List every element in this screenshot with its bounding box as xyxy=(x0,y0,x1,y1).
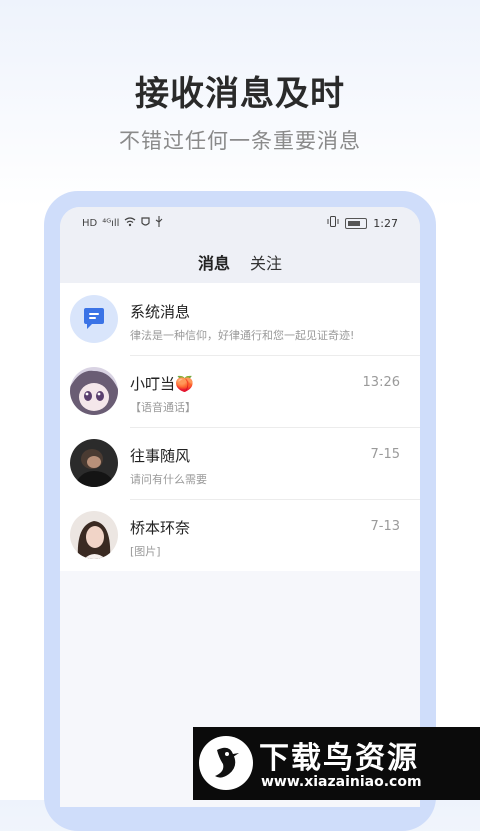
usb-icon xyxy=(155,216,163,231)
message-title: 系统消息 xyxy=(130,303,191,321)
bird-logo-icon xyxy=(199,736,253,790)
phone-screen: HD ⁴ᴳıll 1:27 消息 关注 系统消息 律法是一种信仰，好律通行和您一… xyxy=(60,207,420,807)
tab-messages[interactable]: 消息 xyxy=(198,250,230,274)
message-row-xiaodingdang[interactable]: 小叮当🍑 【语音通话】 13:26 xyxy=(60,355,420,427)
battery-icon xyxy=(345,218,368,229)
message-list: 系统消息 律法是一种信仰，好律通行和您一起见证奇迹! 小叮当🍑 【语音通话】 1… xyxy=(60,283,420,571)
message-preview: [图片] xyxy=(130,545,161,558)
message-time: 13:26 xyxy=(362,375,400,390)
avatar xyxy=(70,511,118,559)
tab-bar: 消息 关注 xyxy=(60,241,420,283)
status-bar: HD ⁴ᴳıll 1:27 xyxy=(60,207,420,241)
status-left-icons: HD ⁴ᴳıll xyxy=(82,216,163,231)
message-title: 往事随风 xyxy=(130,447,191,465)
system-message-avatar xyxy=(70,295,118,343)
shield-icon xyxy=(141,216,151,231)
tab-following[interactable]: 关注 xyxy=(250,250,282,274)
message-preview: 【语音通话】 xyxy=(130,401,196,414)
hd-icon: HD xyxy=(82,217,98,229)
wifi-icon xyxy=(124,216,136,231)
message-time: 7-13 xyxy=(370,519,400,534)
promo-headline: 接收消息及时 xyxy=(135,74,345,114)
promo-subline: 不错过任何一条重要消息 xyxy=(119,129,361,153)
watermark-title: 下载鸟资源 xyxy=(259,741,419,776)
status-right-icons: 1:27 xyxy=(327,216,398,231)
watermark-url: www.xiazainiao.com xyxy=(261,774,422,790)
watermark-banner: 下载鸟资源 www.xiazainiao.com xyxy=(193,727,480,800)
vibrate-icon xyxy=(327,216,339,231)
avatar xyxy=(70,367,118,415)
message-title: 小叮当🍑 xyxy=(130,375,194,393)
message-preview: 律法是一种信仰，好律通行和您一起见证奇迹! xyxy=(130,329,355,342)
message-time: 7-15 xyxy=(370,447,400,462)
signal-icon: ⁴ᴳıll xyxy=(102,217,120,229)
message-preview: 请问有什么需要 xyxy=(130,473,207,486)
message-row-system[interactable]: 系统消息 律法是一种信仰，好律通行和您一起见证奇迹! xyxy=(60,283,420,355)
message-title: 桥本环奈 xyxy=(130,519,191,537)
chat-bubble-icon xyxy=(84,308,104,329)
status-time: 1:27 xyxy=(373,217,398,230)
avatar xyxy=(70,439,118,487)
message-row-qiaobenhuannai[interactable]: 桥本环奈 [图片] 7-13 xyxy=(60,499,420,571)
message-row-wangshisuifeng[interactable]: 往事随风 请问有什么需要 7-15 xyxy=(60,427,420,499)
